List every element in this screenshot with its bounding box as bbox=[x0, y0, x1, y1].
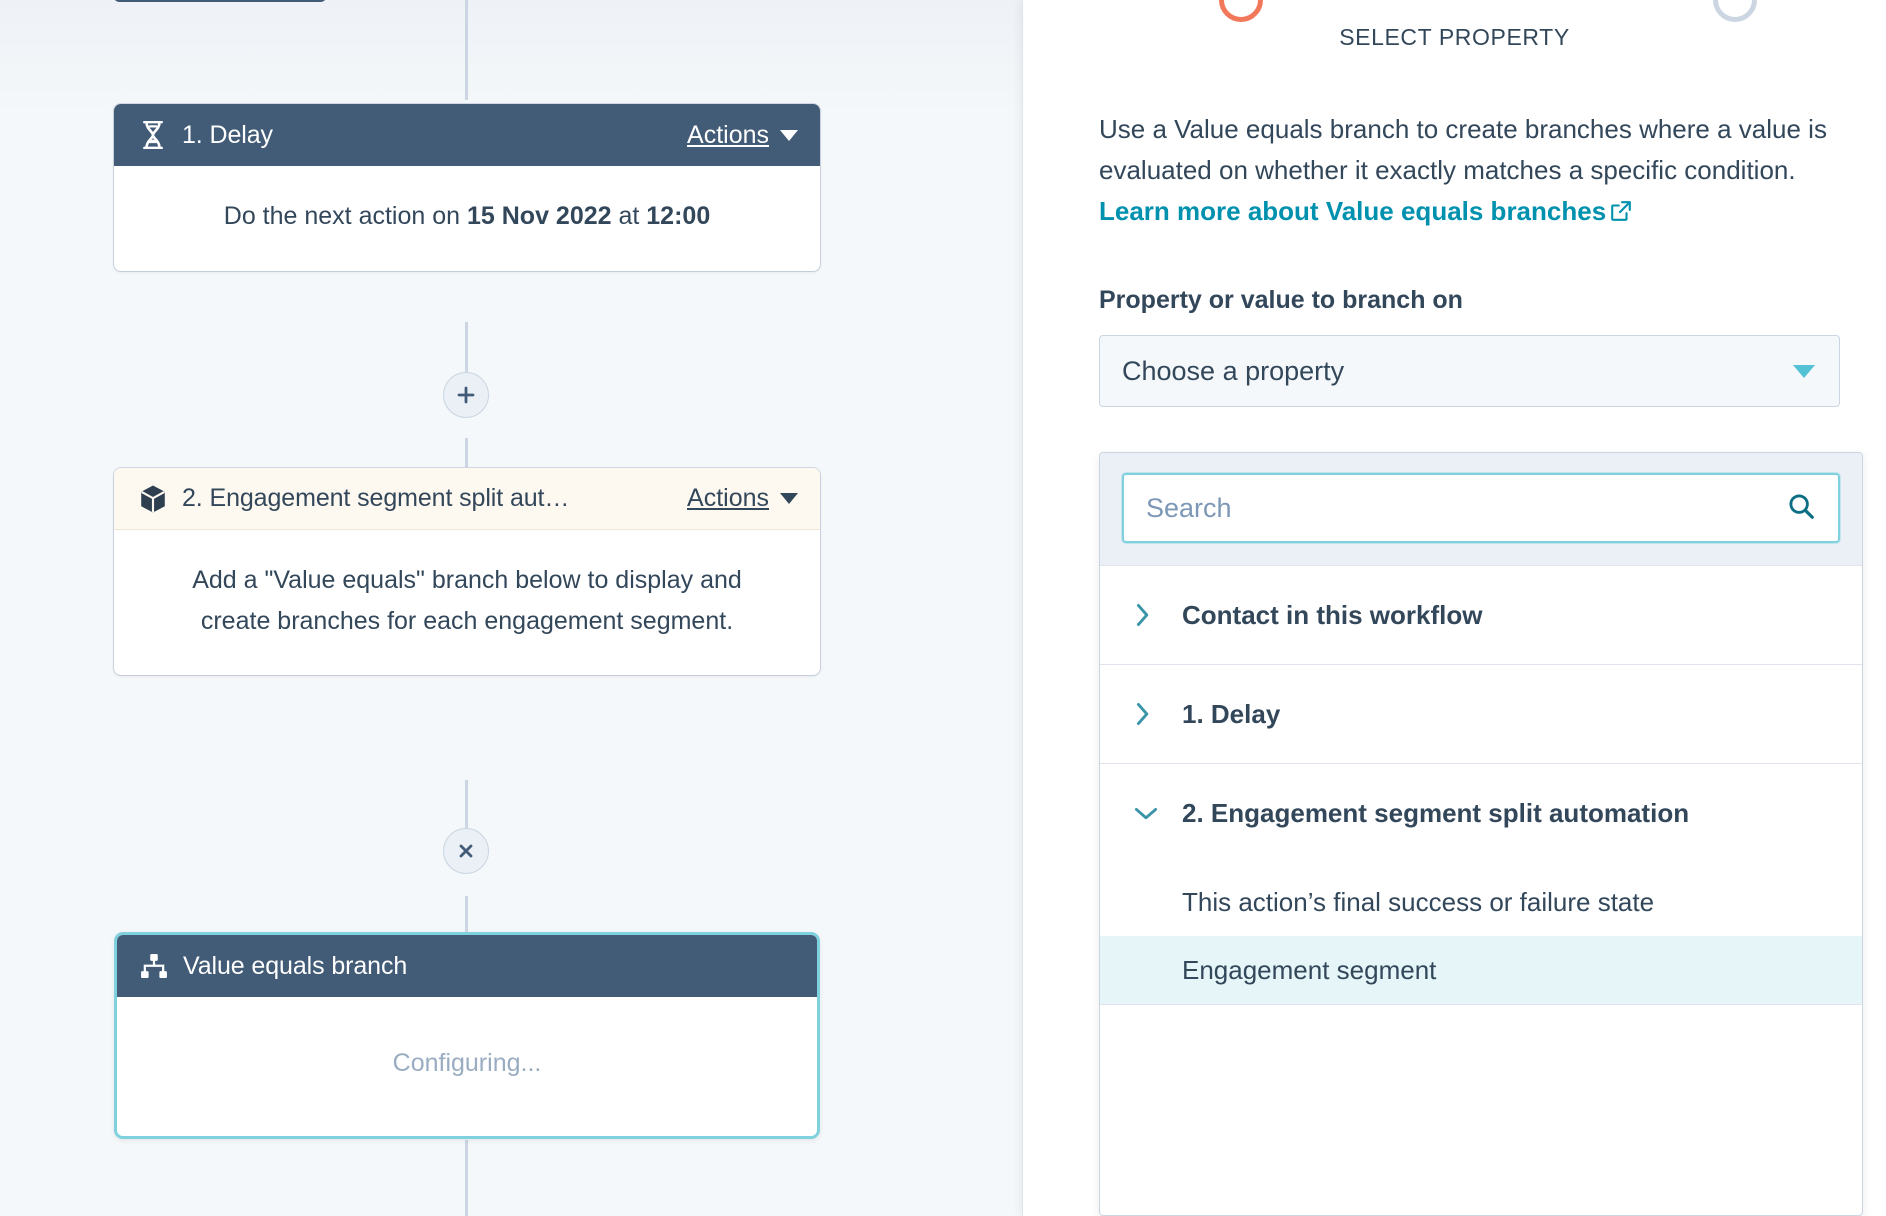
node-header-engagement-split: 2. Engagement segment split aut… Actions bbox=[114, 468, 820, 530]
panel-description-text: Use a Value equals branch to create bran… bbox=[1099, 114, 1827, 186]
property-select[interactable]: Choose a property bbox=[1099, 335, 1840, 408]
delay-time: 12:00 bbox=[646, 202, 711, 230]
actions-label: Actions bbox=[687, 484, 769, 512]
learn-more-link[interactable]: Learn more about Value equals branches bbox=[1099, 196, 1632, 226]
chevron-right-icon bbox=[1134, 603, 1160, 627]
close-icon bbox=[459, 844, 473, 858]
connector-line-bottom bbox=[465, 1140, 468, 1216]
step-circle-active[interactable] bbox=[1219, 0, 1263, 22]
workflow-node-value-equals-branch[interactable]: Value equals branch Configuring... bbox=[114, 932, 820, 1139]
learn-more-label: Learn more about Value equals branches bbox=[1099, 196, 1607, 227]
remove-branch-button[interactable] bbox=[443, 828, 489, 874]
cube-icon bbox=[138, 484, 168, 514]
previous-node-stub bbox=[114, 0, 326, 2]
step-indicator bbox=[1023, 0, 1886, 24]
node-body-engagement-split: Add a "Value equals" branch below to dis… bbox=[192, 566, 742, 635]
workflow-canvas: 1. Delay Actions Do the next action on 1… bbox=[0, 0, 1022, 1216]
search-input[interactable] bbox=[1146, 492, 1786, 524]
connector-line-top bbox=[465, 0, 468, 100]
dropdown-group-delay[interactable]: 1. Delay bbox=[1100, 664, 1862, 763]
panel-description: Use a Value equals branch to create bran… bbox=[1099, 109, 1836, 234]
delay-date: 15 Nov 2022 bbox=[466, 202, 612, 230]
workflow-node-engagement-split[interactable]: 2. Engagement segment split aut… Actions… bbox=[114, 468, 820, 675]
node-header-delay: 1. Delay Actions bbox=[114, 104, 820, 166]
dropdown-group-label: 1. Delay bbox=[1182, 698, 1281, 729]
search-field[interactable] bbox=[1122, 473, 1840, 543]
node-title-value-equals-branch: Value equals branch bbox=[183, 951, 408, 980]
panel-title: SELECT PROPERTY bbox=[1339, 24, 1570, 50]
property-select-value: Choose a property bbox=[1122, 355, 1345, 386]
delay-text-middle: at bbox=[611, 202, 647, 230]
dropdown-group-label: Contact in this workflow bbox=[1182, 599, 1483, 630]
chevron-right-icon bbox=[1134, 702, 1160, 726]
chevron-down-icon bbox=[1134, 805, 1160, 821]
node-body-value-equals-branch: Configuring... bbox=[392, 1049, 542, 1077]
workflow-editor-screen: 1. Delay Actions Do the next action on 1… bbox=[0, 0, 1886, 1216]
dropdown-list: Contact in this workflow 1. Delay 2. Eng… bbox=[1100, 565, 1862, 1064]
select-property-panel: SELECT PROPERTY Use a Value equals branc… bbox=[1022, 0, 1886, 1216]
branch-icon bbox=[139, 951, 169, 981]
property-dropdown: Contact in this workflow 1. Delay 2. Eng… bbox=[1099, 452, 1863, 1216]
hourglass-icon bbox=[138, 120, 168, 150]
property-field-label: Property or value to branch on bbox=[1099, 286, 1463, 315]
actions-label: Actions bbox=[687, 120, 769, 149]
actions-dropdown-delay[interactable]: Actions bbox=[687, 121, 798, 150]
chevron-down-icon bbox=[780, 129, 798, 141]
node-body-delay: Do the next action on 15 Nov 2022 at 12:… bbox=[114, 166, 820, 271]
search-icon bbox=[1786, 491, 1816, 526]
delay-text-prefix: Do the next action on bbox=[223, 202, 467, 230]
dropdown-group-contact-in-this-workflow[interactable]: Contact in this workflow bbox=[1100, 565, 1862, 664]
connector-line-4 bbox=[465, 896, 468, 932]
add-action-button[interactable] bbox=[443, 372, 489, 418]
dropdown-group-label: 2. Engagement segment split automation bbox=[1182, 797, 1690, 828]
external-link-icon bbox=[1610, 193, 1632, 234]
dropdown-option-final-state[interactable]: This action’s final success or failure s… bbox=[1100, 868, 1862, 936]
node-title-engagement-split: 2. Engagement segment split aut… bbox=[182, 484, 570, 512]
actions-dropdown-engagement-split[interactable]: Actions bbox=[687, 484, 798, 513]
dropdown-option-engagement-segment[interactable]: Engagement segment bbox=[1100, 936, 1862, 1004]
node-title-delay: 1. Delay bbox=[182, 120, 273, 149]
chevron-down-icon bbox=[780, 493, 798, 504]
dropdown-list-tail bbox=[1100, 1004, 1862, 1064]
dropdown-search-container bbox=[1100, 453, 1862, 565]
dropdown-group-engagement-segment-split-automation[interactable]: 2. Engagement segment split automation bbox=[1100, 763, 1862, 862]
plus-icon bbox=[457, 386, 475, 404]
node-header-value-equals-branch: Value equals branch bbox=[117, 935, 817, 997]
chevron-down-icon bbox=[1793, 364, 1815, 378]
workflow-node-delay[interactable]: 1. Delay Actions Do the next action on 1… bbox=[114, 104, 820, 271]
step-circle-idle[interactable] bbox=[1713, 0, 1757, 22]
